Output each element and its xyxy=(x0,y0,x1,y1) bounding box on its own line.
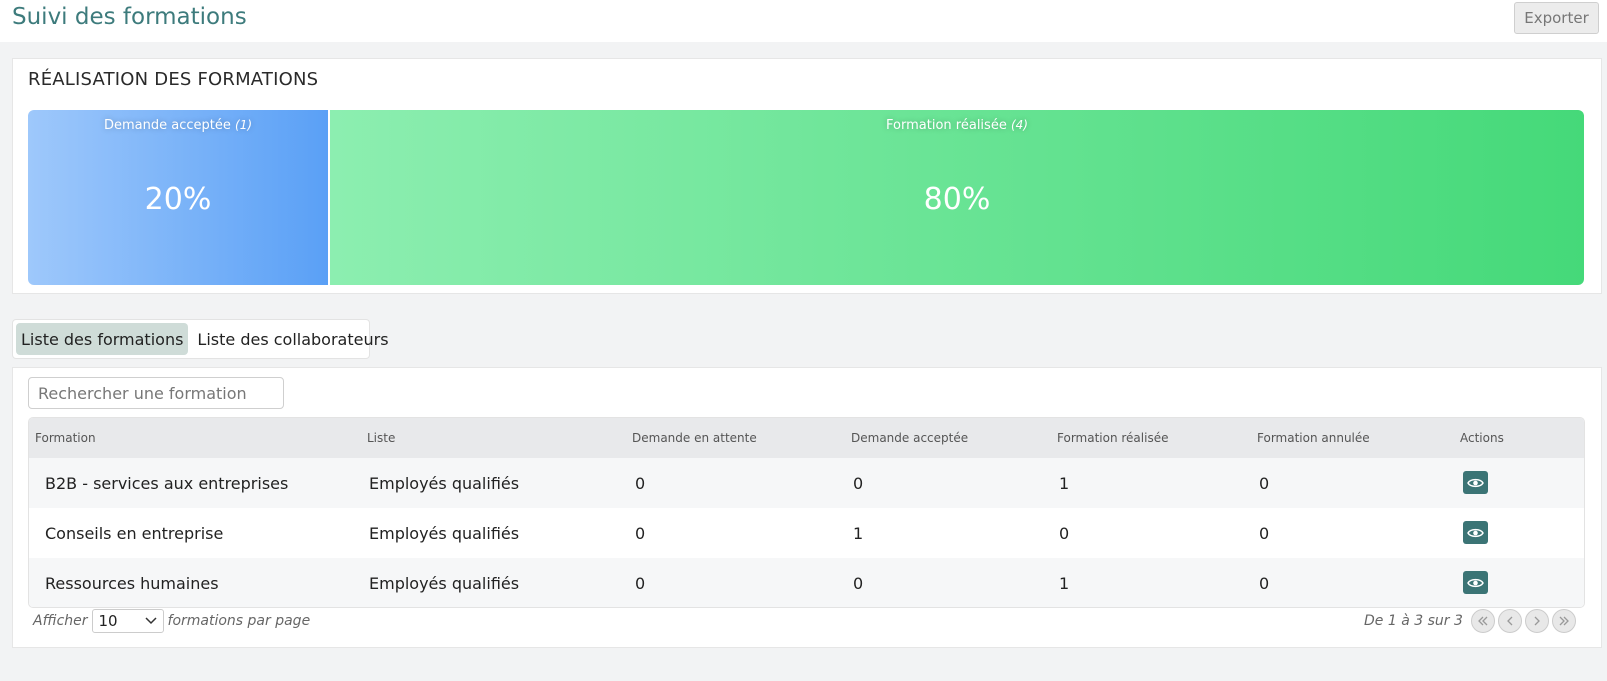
cell-formation-realisee: 1 xyxy=(1059,474,1070,493)
cell-demande-attente: 0 xyxy=(635,574,646,593)
segment-count: (1) xyxy=(235,118,253,132)
column-header-formation[interactable]: Formation xyxy=(35,431,96,445)
cell-demande-acceptee: 0 xyxy=(853,574,864,593)
cell-formation: Ressources humaines xyxy=(45,574,219,593)
page-size-value: 10 xyxy=(98,612,118,630)
chevron-down-icon xyxy=(144,617,157,625)
cell-formation-annulee: 0 xyxy=(1259,524,1270,543)
column-header-demande-attente[interactable]: Demande en attente xyxy=(632,431,757,445)
column-header-liste[interactable]: Liste xyxy=(367,431,395,445)
cell-formation-annulee: 0 xyxy=(1259,574,1270,593)
previous-page-button[interactable] xyxy=(1497,609,1522,633)
chevron-left-icon xyxy=(1506,616,1513,626)
cell-formation-realisee: 1 xyxy=(1059,574,1070,593)
show-label: Afficher xyxy=(33,613,88,629)
pager-buttons xyxy=(1470,609,1576,633)
tab-liste-collaborateurs[interactable]: Liste des collaborateurs xyxy=(192,323,393,355)
first-page-button[interactable] xyxy=(1470,609,1495,633)
segment-label-text: Formation réalisée xyxy=(886,118,1007,133)
summary-card: RÉALISATION DES FORMATIONS Demande accep… xyxy=(12,58,1602,294)
segment-count: (4) xyxy=(1010,118,1028,132)
pagination: De 1 à 3 sur 3 xyxy=(1364,609,1576,633)
eye-icon xyxy=(1467,578,1484,587)
table-header: Formation Liste Demande en attente Deman… xyxy=(29,418,1584,458)
segment-label: Demande acceptée (1) xyxy=(100,118,256,133)
cell-demande-acceptee: 1 xyxy=(853,524,864,543)
segment-percent: 80% xyxy=(923,182,991,217)
cell-formation-annulee: 0 xyxy=(1259,474,1270,493)
last-page-button[interactable] xyxy=(1551,609,1576,633)
segment-percent: 20% xyxy=(144,182,212,217)
column-header-demande-acceptee[interactable]: Demande acceptée xyxy=(851,431,968,445)
table-row[interactable]: B2B - services aux entreprises Employés … xyxy=(29,458,1584,508)
view-button[interactable] xyxy=(1463,571,1488,594)
cell-demande-acceptee: 0 xyxy=(853,474,864,493)
tab-liste-formations[interactable]: Liste des formations xyxy=(16,323,189,355)
export-button[interactable]: Exporter xyxy=(1514,2,1599,34)
formations-table: Formation Liste Demande en attente Deman… xyxy=(28,417,1585,608)
cell-demande-attente: 0 xyxy=(635,524,646,543)
view-button[interactable] xyxy=(1463,471,1488,494)
eye-icon xyxy=(1467,478,1484,487)
chevron-right-icon xyxy=(1534,616,1540,626)
summary-title: RÉALISATION DES FORMATIONS xyxy=(28,69,319,90)
range-text: De 1 à 3 sur 3 xyxy=(1364,613,1463,629)
segment-label-text: Demande acceptée xyxy=(103,118,231,133)
page-title: Suivi des formations xyxy=(12,4,247,30)
column-header-formation-annulee[interactable]: Formation annulée xyxy=(1257,431,1370,445)
cell-liste: Employés qualifiés xyxy=(369,574,520,593)
cell-liste: Employés qualifiés xyxy=(369,474,520,493)
cell-formation: Conseils en entreprise xyxy=(45,524,224,543)
double-chevron-right-icon xyxy=(1559,616,1569,626)
formations-card: Formation Liste Demande en attente Deman… xyxy=(12,367,1602,648)
search-input[interactable] xyxy=(28,377,284,409)
page-size-control: Afficher 10 formations par page xyxy=(33,609,310,633)
table-row[interactable]: Ressources humaines Employés qualifiés 0… xyxy=(29,558,1584,607)
cell-formation: B2B - services aux entreprises xyxy=(45,474,289,493)
per-page-label: formations par page xyxy=(167,613,311,629)
table-row[interactable]: Conseils en entreprise Employés qualifié… xyxy=(29,508,1584,558)
page-size-select[interactable]: 10 xyxy=(91,609,164,633)
column-header-actions: Actions xyxy=(1460,431,1504,445)
double-chevron-left-icon xyxy=(1477,616,1488,626)
tab-bar: Liste des formations Liste des collabora… xyxy=(12,319,389,359)
segment-formation-realisee: Formation réalisée (4) 80% xyxy=(330,110,1584,285)
progress-bar: Demande acceptée (1) 20% Formation réali… xyxy=(28,110,1584,285)
segment-demande-acceptee: Demande acceptée (1) 20% xyxy=(28,110,330,285)
next-page-button[interactable] xyxy=(1524,609,1549,633)
view-button[interactable] xyxy=(1463,521,1488,544)
cell-liste: Employés qualifiés xyxy=(369,524,520,543)
eye-icon xyxy=(1467,528,1484,537)
column-header-formation-realisee[interactable]: Formation réalisée xyxy=(1057,431,1168,445)
cell-formation-realisee: 0 xyxy=(1059,524,1070,543)
cell-demande-attente: 0 xyxy=(635,474,646,493)
top-bar: Suivi des formations Exporter xyxy=(0,0,1607,42)
segment-label: Formation réalisée (4) xyxy=(882,118,1032,133)
